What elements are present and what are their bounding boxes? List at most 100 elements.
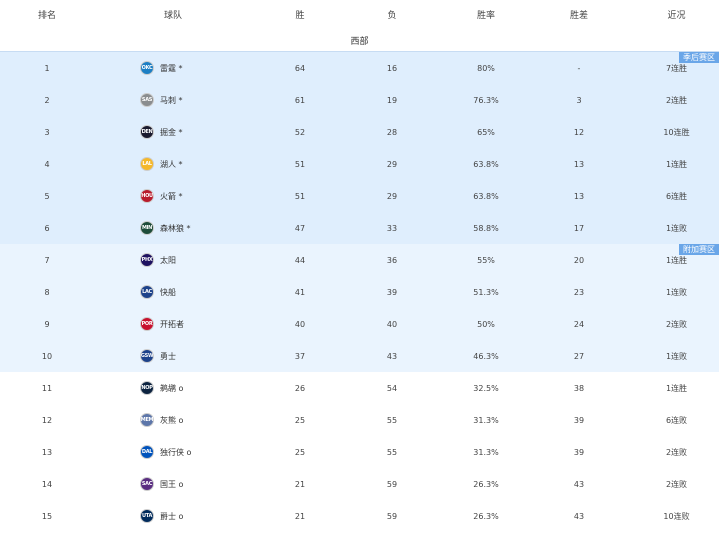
team-cell[interactable]: SAS 马刺 * — [94, 93, 264, 107]
table-row[interactable]: 13 DAL 独行侠 o 25 55 31.3% 39 2连败 — [0, 436, 719, 468]
table-row[interactable]: 5 HOU 火箭 * 51 29 63.8% 13 6连胜 — [0, 180, 719, 212]
pct-cell: 51.3% — [473, 287, 499, 297]
wins-cell: 26 — [294, 383, 306, 393]
streak-cell: 2连败 — [665, 319, 688, 329]
team-cell[interactable]: PHX 太阳 — [94, 253, 264, 267]
table-row[interactable]: 8 LAC 快船 41 39 51.3% 23 1连败 — [0, 276, 719, 308]
streak-cell: 1连胜 — [665, 255, 688, 265]
table-row[interactable]: 3 DEN 掘金 * 52 28 65% 12 10连胜 — [0, 116, 719, 148]
team-logo-icon: PHX — [140, 253, 154, 267]
streak-cell: 1连败 — [665, 287, 688, 297]
team-name[interactable]: 国王 o — [160, 479, 183, 490]
wins-cell: 52 — [294, 127, 306, 137]
team-cell[interactable]: LAL 湖人 * — [94, 157, 264, 171]
streak-cell: 1连胜 — [665, 383, 688, 393]
team-cell[interactable]: MEM 灰熊 o — [94, 413, 264, 427]
team-cell[interactable]: GSW 勇士 — [94, 349, 264, 363]
table-row[interactable]: 1 OKC 雷霆 * 64 16 80% - 7连胜 季后赛区 — [0, 51, 719, 84]
losses-cell: 43 — [386, 351, 398, 361]
losses-cell: 36 — [386, 255, 398, 265]
wins-cell: 44 — [294, 255, 306, 265]
pct-cell: 26.3% — [473, 479, 499, 489]
table-row[interactable]: 11 NOP 鹈鹕 o 26 54 32.5% 38 1连胜 — [0, 372, 719, 404]
team-cell[interactable]: OKC 雷霆 * — [94, 61, 264, 75]
team-logo-icon: GSW — [140, 349, 154, 363]
streak-cell: 1连败 — [665, 223, 688, 233]
table-row[interactable]: 2 SAS 马刺 * 61 19 76.3% 3 2连胜 — [0, 84, 719, 116]
wins-cell: 47 — [294, 223, 306, 233]
team-cell[interactable]: SAC 国王 o — [94, 477, 264, 491]
team-name[interactable]: 鹈鹕 o — [160, 383, 183, 394]
rank-cell: 6 — [44, 223, 50, 233]
team-name[interactable]: 快船 — [160, 287, 176, 298]
team-logo-icon: NOP — [140, 381, 154, 395]
header-streak: 近况 — [667, 11, 686, 21]
standings-table: 排名 球队 胜 负 胜率 胜差 近况 西部 1 OKC 雷霆 * 64 16 80% -7连… — [0, 0, 719, 532]
table-row[interactable]: 9 POR 开拓者 40 40 50% 24 2连败 — [0, 308, 719, 340]
team-name[interactable]: 马刺 * — [160, 95, 183, 106]
table-row[interactable]: 6 MIN 森林狼 * 47 33 58.8% 17 1连败 — [0, 212, 719, 244]
team-name[interactable]: 开拓者 — [160, 319, 184, 330]
team-cell[interactable]: MIN 森林狼 * — [94, 221, 264, 235]
table-row[interactable]: 14 SAC 国王 o 21 59 26.3% 43 2连败 — [0, 468, 719, 500]
team-cell[interactable]: HOU 火箭 * — [94, 189, 264, 203]
table-row[interactable]: 15 UTA 爵士 o 21 59 26.3% 43 10连败 — [0, 500, 719, 532]
team-name[interactable]: 掘金 * — [160, 127, 183, 138]
team-cell[interactable]: UTA 爵士 o — [94, 509, 264, 523]
rank-cell: 5 — [44, 191, 50, 201]
losses-cell: 29 — [386, 159, 398, 169]
gb-cell: 39 — [573, 415, 585, 425]
team-logo-icon: SAS — [140, 93, 154, 107]
team-name[interactable]: 湖人 * — [160, 159, 183, 170]
pct-cell: 63.8% — [473, 191, 499, 201]
losses-cell: 16 — [386, 63, 398, 73]
losses-cell: 55 — [386, 415, 398, 425]
pct-cell: 50% — [477, 319, 495, 329]
team-cell[interactable]: NOP 鹈鹕 o — [94, 381, 264, 395]
header-pct: 胜率 — [476, 11, 495, 21]
team-cell[interactable]: DAL 独行侠 o — [94, 445, 264, 459]
team-name[interactable]: 火箭 * — [160, 191, 183, 202]
rank-cell: 12 — [41, 415, 53, 425]
losses-cell: 54 — [386, 383, 398, 393]
team-cell[interactable]: POR 开拓者 — [94, 317, 264, 331]
team-logo-icon: SAC — [140, 477, 154, 491]
table-row[interactable]: 10 GSW 勇士 37 43 46.3% 27 1连败 — [0, 340, 719, 372]
pct-cell: 58.8% — [473, 223, 499, 233]
wins-cell: 21 — [294, 479, 306, 489]
losses-cell: 55 — [386, 447, 398, 457]
team-name[interactable]: 灰熊 o — [160, 415, 183, 426]
gb-cell: 39 — [573, 447, 585, 457]
table-row[interactable]: 12 MEM 灰熊 o 25 55 31.3% 39 6连败 — [0, 404, 719, 436]
team-logo-icon: MEM — [140, 413, 154, 427]
wins-cell: 51 — [294, 191, 306, 201]
team-logo-icon: POR — [140, 317, 154, 331]
gb-cell: 38 — [573, 383, 585, 393]
gb-cell: 27 — [573, 351, 585, 361]
streak-cell: 7连胜 — [665, 63, 688, 73]
team-name[interactable]: 勇士 — [160, 351, 176, 362]
pct-cell: 31.3% — [473, 415, 499, 425]
table-row[interactable]: 7 PHX 太阳 44 36 55% 20 1连胜 附加赛区 — [0, 244, 719, 276]
team-name[interactable]: 雷霆 * — [160, 63, 183, 74]
team-name[interactable]: 独行侠 o — [160, 447, 191, 458]
team-name[interactable]: 森林狼 * — [160, 223, 191, 234]
rank-cell: 11 — [41, 383, 53, 393]
rank-cell: 15 — [41, 511, 53, 521]
team-name[interactable]: 太阳 — [160, 255, 176, 266]
team-name[interactable]: 爵士 o — [160, 511, 183, 522]
team-cell[interactable]: DEN 掘金 * — [94, 125, 264, 139]
team-cell[interactable]: LAC 快船 — [94, 285, 264, 299]
wins-cell: 21 — [294, 511, 306, 521]
team-logo-icon: LAL — [140, 157, 154, 171]
losses-cell: 40 — [386, 319, 398, 329]
rank-cell: 14 — [41, 479, 53, 489]
wins-cell: 40 — [294, 319, 306, 329]
wins-cell: 41 — [294, 287, 306, 297]
rank-cell: 2 — [44, 95, 50, 105]
header-gb: 胜差 — [569, 11, 588, 21]
streak-cell: 1连败 — [665, 351, 688, 361]
streak-cell: 6连胜 — [665, 191, 688, 201]
rank-cell: 9 — [44, 319, 50, 329]
table-row[interactable]: 4 LAL 湖人 * 51 29 63.8% 13 1连胜 — [0, 148, 719, 180]
